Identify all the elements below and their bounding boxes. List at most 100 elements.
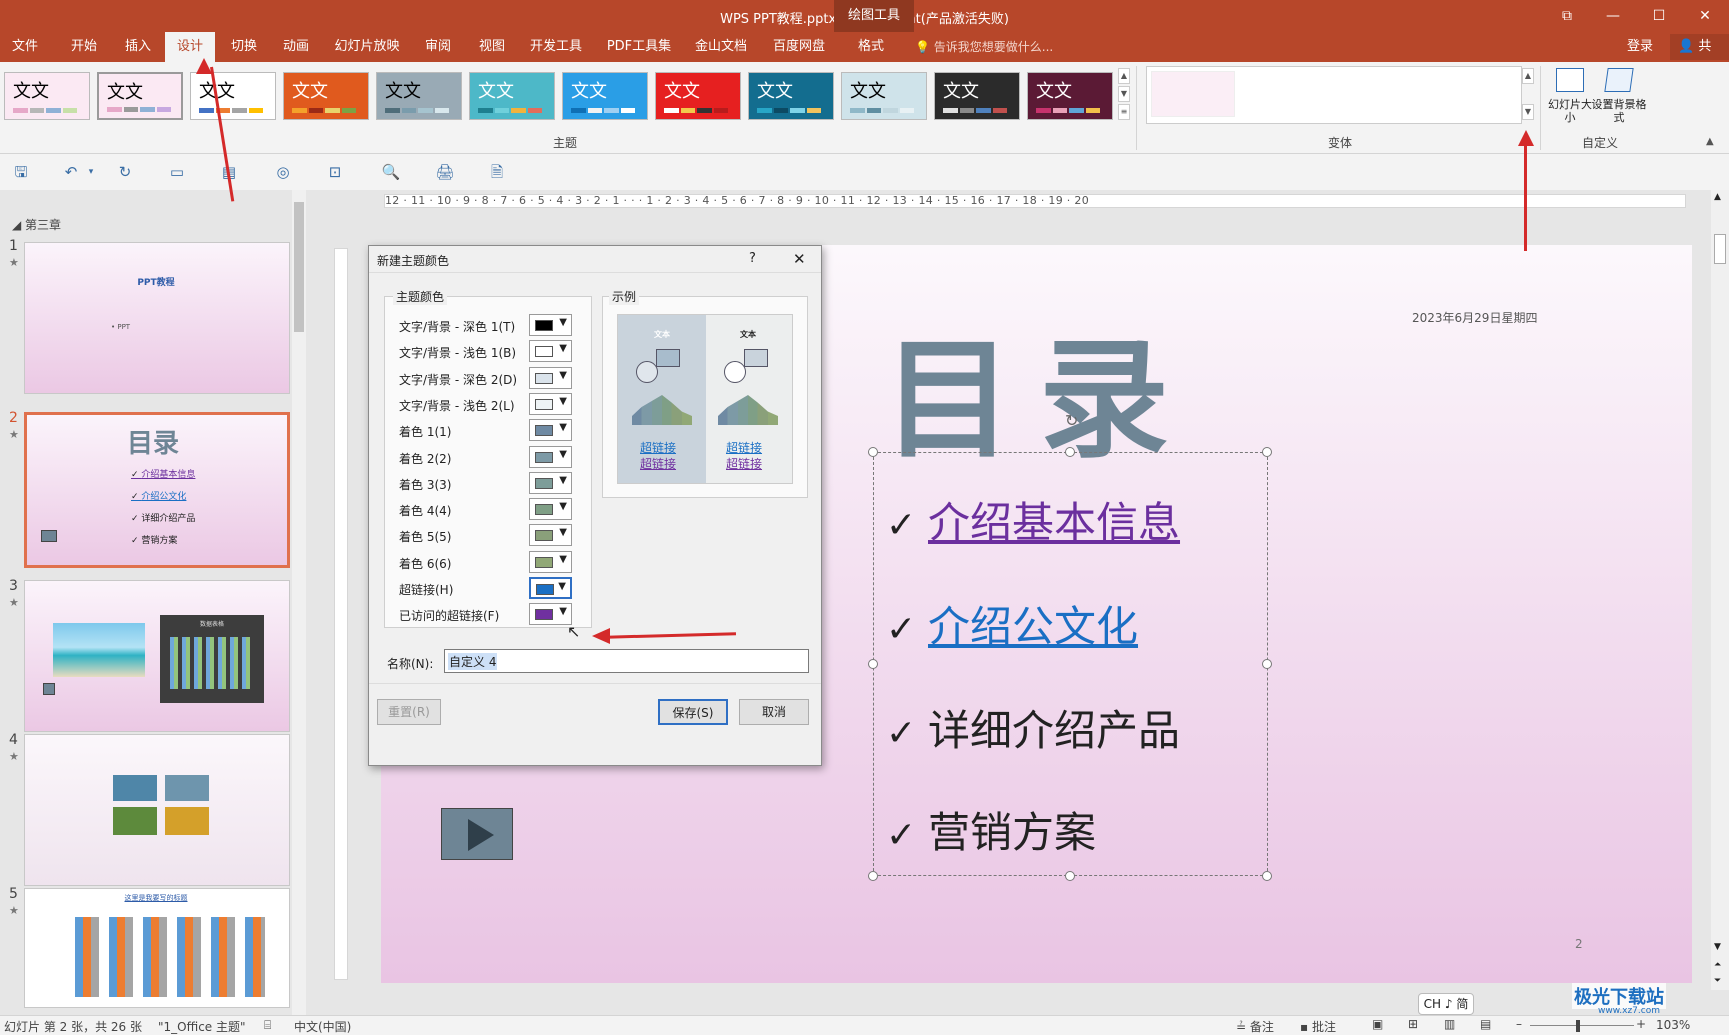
content-textbox[interactable]: ✓ 介绍基本信息 ✓ 介绍公文化 ✓ 详细介绍产品 ✓ 营销方案 [868, 447, 1272, 881]
comments-button[interactable]: ▪ 批注 [1300, 1018, 1336, 1035]
present-icon[interactable]: ⊡ [324, 162, 346, 182]
scroll-down-icon[interactable]: ▼ [1714, 942, 1721, 952]
reading-view-icon[interactable]: ▥ [1444, 1017, 1455, 1031]
close-button[interactable]: ✕ [1693, 4, 1717, 28]
resize-handle[interactable] [1065, 871, 1075, 881]
bullet-item[interactable]: ✓ 介绍公文化 [886, 593, 1138, 654]
variant-up-icon[interactable]: ▲ [1522, 68, 1534, 84]
theme-thumb-8[interactable]: 文文 [655, 72, 741, 120]
undo-dropdown-icon[interactable]: ▾ [80, 162, 102, 182]
zoom-out-icon[interactable]: – [1516, 1017, 1522, 1031]
tab-view[interactable]: 视图 [468, 32, 516, 62]
save-button[interactable]: 保存(S) [658, 699, 728, 725]
undo-icon[interactable]: ↶ [60, 162, 82, 182]
color-picker-button[interactable]: ▼ [529, 471, 572, 494]
tab-home[interactable]: 开始 [60, 32, 108, 62]
ribbon-display-icon[interactable]: ⧉ [1555, 4, 1579, 28]
new-slide-icon[interactable]: ▭ [166, 162, 188, 182]
variant-more-icon[interactable]: ▼ [1522, 104, 1534, 120]
collapse-ribbon-icon[interactable]: ▲ [1706, 136, 1714, 147]
tab-insert[interactable]: 插入 [114, 32, 162, 62]
bullet-text[interactable]: 营销方案 [928, 808, 1096, 857]
next-slide-icon[interactable]: ⏷ [1714, 976, 1721, 986]
slide-thumb-5[interactable]: 这里是我要写的标题 [24, 888, 290, 1008]
slide-size-button[interactable]: 幻灯片大小 [1548, 66, 1592, 126]
zoom-slider[interactable] [1530, 1025, 1634, 1026]
theme-thumb-3[interactable]: 文文 [190, 72, 276, 120]
bullet-item[interactable]: ✓ 详细介绍产品 [886, 697, 1180, 758]
tab-slideshow[interactable]: 幻灯片放映 [328, 32, 406, 62]
theme-thumb-4[interactable]: 文文 [283, 72, 369, 120]
color-picker-button[interactable]: ▼ [529, 577, 572, 599]
normal-view-icon[interactable]: ▣ [1372, 1017, 1383, 1031]
zoom-in-icon[interactable]: + [1636, 1017, 1646, 1031]
close-icon[interactable]: ✕ [793, 250, 806, 268]
gallery-up-icon[interactable]: ▲ [1118, 68, 1130, 84]
cancel-button[interactable]: 取消 [739, 699, 809, 725]
bullet-text[interactable]: 详细介绍产品 [928, 706, 1180, 755]
color-picker-button[interactable]: ▼ [529, 498, 572, 521]
tab-baidu-netdisk[interactable]: 百度网盘 [766, 32, 832, 62]
play-action-button[interactable] [441, 808, 513, 860]
color-picker-button[interactable]: ▼ [529, 392, 572, 415]
scroll-thumb[interactable] [1714, 234, 1726, 264]
resize-handle[interactable] [1262, 447, 1272, 457]
tab-file[interactable]: 文件 [0, 32, 50, 62]
theme-thumb-7[interactable]: 文文 [562, 72, 648, 120]
gallery-more-icon[interactable]: ≡ [1118, 104, 1130, 120]
horizontal-ruler[interactable]: 12 · 11 · 10 · 9 · 8 · 7 · 6 · 5 · 4 · 3… [384, 194, 1686, 208]
sorter-view-icon[interactable]: ⊞ [1408, 1017, 1418, 1031]
bullet-link[interactable]: 介绍公文化 [928, 602, 1138, 651]
color-picker-button[interactable]: ▼ [529, 445, 572, 468]
tab-review[interactable]: 审阅 [414, 32, 462, 62]
ime-indicator[interactable]: CH ♪ 简 [1418, 993, 1474, 1015]
gallery-down-icon[interactable]: ▼ [1118, 86, 1130, 102]
variants-gallery[interactable] [1146, 66, 1522, 124]
resize-handle[interactable] [868, 871, 878, 881]
slideshow-view-icon[interactable]: ▤ [1480, 1017, 1491, 1031]
tab-pdf-tools[interactable]: PDF工具集 [600, 32, 678, 62]
panel-scrollbar[interactable] [292, 190, 306, 1015]
maximize-button[interactable]: ☐ [1647, 4, 1671, 28]
theme-thumb-2[interactable]: 文文 [97, 72, 183, 120]
resize-handle[interactable] [1262, 659, 1272, 669]
scroll-up-icon[interactable]: ▲ [1714, 192, 1721, 202]
color-picker-button[interactable]: ▼ [529, 603, 572, 626]
theme-thumb-10[interactable]: 文文 [841, 72, 927, 120]
color-picker-button[interactable]: ▼ [529, 524, 572, 547]
prev-slide-icon[interactable]: ⏶ [1714, 960, 1721, 970]
reset-button[interactable]: 重置(R) [377, 699, 441, 725]
format-background-button[interactable]: 设置背景格式 [1592, 66, 1647, 126]
notes-button[interactable]: ≟ 备注 [1236, 1018, 1274, 1035]
slide-thumb-3[interactable]: 数据表格 [24, 580, 290, 732]
print-preview-icon[interactable]: 🔍 [380, 162, 402, 182]
spellcheck-icon[interactable]: ⌸ [264, 1018, 271, 1033]
theme-thumb-6[interactable]: 文文 [469, 72, 555, 120]
zoom-thumb[interactable] [1576, 1020, 1580, 1032]
tab-kingsoft-docs[interactable]: 金山文档 [688, 32, 754, 62]
color-picker-button[interactable]: ▼ [529, 314, 572, 336]
minimize-button[interactable]: — [1601, 4, 1625, 28]
resize-handle[interactable] [868, 447, 878, 457]
resize-handle[interactable] [1262, 871, 1272, 881]
variant-thumb[interactable] [1151, 71, 1235, 117]
color-picker-button[interactable]: ▼ [529, 419, 572, 442]
theme-thumb-11[interactable]: 文文 [934, 72, 1020, 120]
slideshow-start-icon[interactable]: ◎ [272, 162, 294, 182]
zoom-level[interactable]: 103% [1656, 1018, 1690, 1032]
tab-animations[interactable]: 动画 [272, 32, 320, 62]
slide-date[interactable]: 2023年6月29日星期四 [1412, 309, 1537, 326]
resize-handle[interactable] [868, 659, 878, 669]
section-header[interactable]: ◢ 第三章 [12, 216, 61, 233]
tab-developer[interactable]: 开发工具 [524, 32, 588, 62]
color-picker-button[interactable]: ▼ [529, 340, 572, 363]
vertical-ruler[interactable] [334, 248, 348, 980]
name-input[interactable]: 自定义 4 [444, 649, 809, 673]
print-icon[interactable]: 🖨 [434, 162, 456, 182]
theme-thumb-5[interactable]: 文文 [376, 72, 462, 120]
tab-transitions[interactable]: 切换 [220, 32, 268, 62]
panel-scroll-thumb[interactable] [294, 202, 304, 332]
bullet-item[interactable]: ✓ 介绍基本信息 [886, 489, 1180, 550]
slide-thumb-4[interactable] [24, 734, 290, 886]
slide-thumb-2[interactable]: 目录 ✓ 介绍基本信息 ✓ 介绍公文化 ✓ 详细介绍产品 ✓ 营销方案 [24, 412, 290, 568]
